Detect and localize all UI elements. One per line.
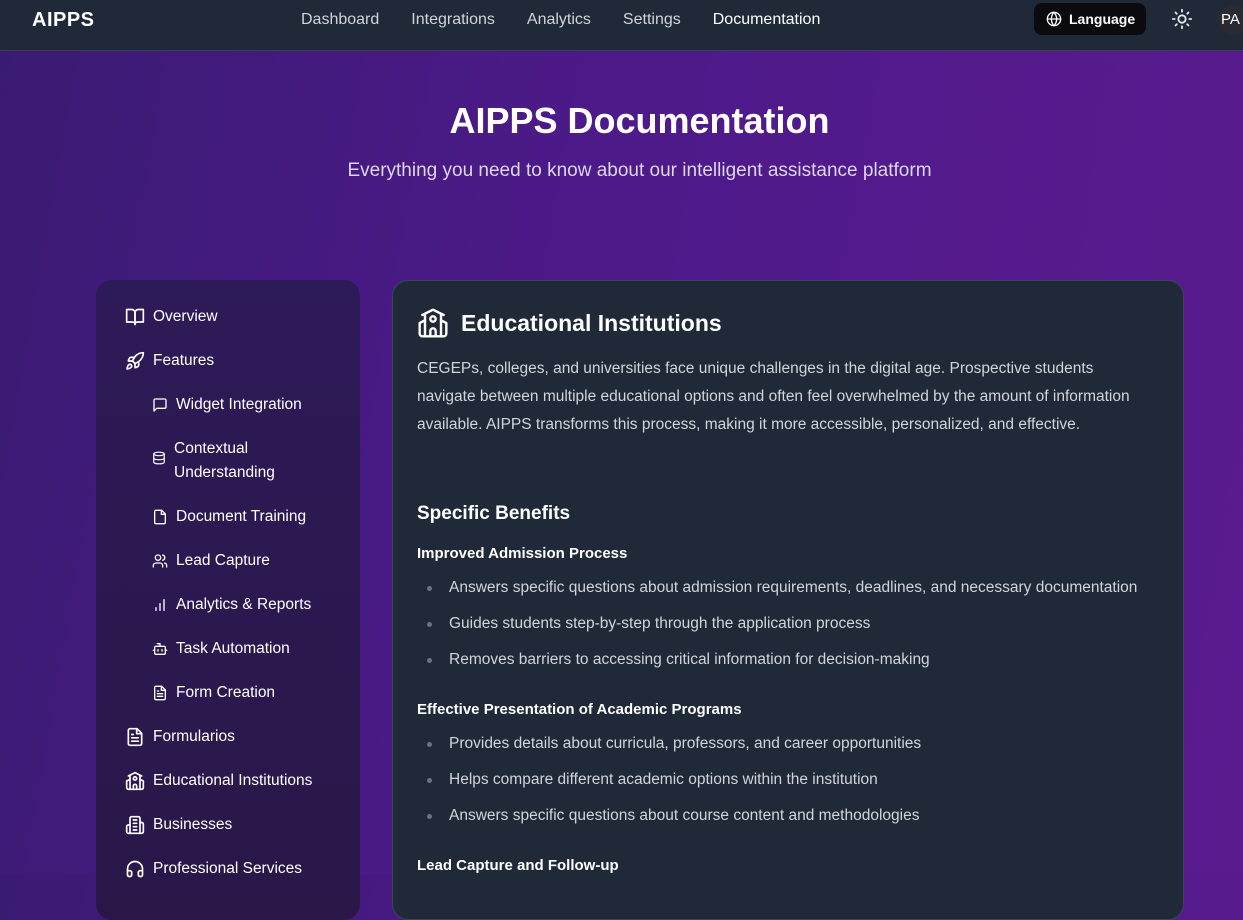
sidebar-item-label: Businesses [153, 816, 233, 833]
benefit-group-title: Effective Presentation of Academic Progr… [417, 701, 742, 718]
sidebar-item-form-creation[interactable]: Form Creation [152, 681, 275, 705]
benefit-group-title: Improved Admission Process [417, 545, 628, 562]
file-text-icon [154, 685, 166, 701]
headphones-icon [126, 860, 144, 878]
section-title: Educational Institutions [461, 309, 722, 336]
benefit-list: Answers specific questions about admissi… [417, 576, 1137, 684]
nav-analytics[interactable]: Analytics [527, 10, 591, 30]
list-item: Answers specific questions about course … [417, 804, 921, 840]
benefit-group-title: Lead Capture and Follow-up [417, 857, 619, 874]
sidebar-item-label: Form Creation [176, 684, 276, 701]
file-text-icon [127, 727, 143, 747]
section-header: Educational Institutions [417, 307, 722, 339]
sidebar-item-overview[interactable]: Overview [125, 305, 218, 329]
sidebar-item-label: Contextual Understanding [174, 440, 275, 481]
docs-sidebar: Overview Features Widget Integration Con… [96, 280, 360, 920]
sidebar-item-educational-institutions[interactable]: Educational Institutions [125, 769, 312, 793]
sidebar-item-label: Professional Services [153, 860, 303, 877]
sidebar-item-label: Features [153, 352, 215, 369]
sidebar-item-widget-integration[interactable]: Widget Integration [152, 393, 302, 417]
benefits-heading: Specific Benefits [417, 503, 571, 524]
list-item: Guides students step-by-step through the… [417, 612, 1137, 648]
globe-icon [1046, 11, 1062, 27]
file-icon [154, 509, 166, 525]
message-square-icon [153, 398, 167, 412]
users-icon [152, 554, 168, 568]
top-navbar: AIPPS Dashboard Integrations Analytics S… [0, 0, 1243, 51]
book-open-icon [125, 308, 145, 326]
sidebar-item-formularios[interactable]: Formularios [125, 725, 235, 749]
page-subtitle: Everything you need to know about our in… [347, 160, 932, 181]
nav-integrations[interactable]: Integrations [411, 10, 495, 30]
benefit-list: Provides details about curricula, profes… [417, 732, 921, 840]
school-icon [418, 308, 448, 338]
brand-logo[interactable]: AIPPS [32, 9, 95, 32]
sidebar-item-analytics-reports[interactable]: Analytics & Reports [152, 593, 311, 617]
section-intro: CEGEPs, colleges, and universities face … [417, 360, 1130, 433]
sidebar-item-label: Formularios [153, 728, 235, 745]
nav-settings[interactable]: Settings [623, 10, 681, 30]
sidebar-item-businesses[interactable]: Businesses [125, 813, 232, 837]
sidebar-item-contextual-understanding[interactable]: Contextual Understanding [152, 437, 302, 485]
sidebar-item-lead-capture[interactable]: Lead Capture [152, 549, 270, 573]
user-avatar[interactable]: PA [1218, 5, 1243, 35]
list-item: Answers specific questions about admissi… [417, 576, 1137, 612]
bar-chart-icon [155, 599, 165, 611]
page-title: AIPPS Documentation [449, 100, 830, 141]
sidebar-item-label: Widget Integration [176, 396, 302, 413]
sidebar-item-label: Educational Institutions [153, 772, 313, 789]
language-label: Language [1069, 11, 1136, 27]
database-icon [153, 451, 165, 465]
sidebar-item-professional-services[interactable]: Professional Services [125, 857, 302, 881]
sidebar-item-label: Task Automation [176, 640, 290, 657]
sidebar-item-label: Analytics & Reports [176, 596, 312, 613]
sidebar-item-label: Lead Capture [176, 552, 270, 569]
docs-content-panel: Educational Institutions CEGEPs, college… [392, 280, 1184, 920]
list-item: Helps compare different academic options… [417, 768, 921, 804]
school-icon [125, 771, 145, 791]
nav-documentation[interactable]: Documentation [713, 10, 821, 30]
sidebar-item-features[interactable]: Features [125, 349, 214, 373]
main-nav: Dashboard Integrations Analytics Setting… [301, 10, 820, 30]
list-item: Removes barriers to accessing critical i… [417, 648, 1137, 684]
sidebar-item-task-automation[interactable]: Task Automation [152, 637, 290, 661]
sidebar-item-document-training[interactable]: Document Training [152, 505, 306, 529]
building-icon [125, 815, 145, 835]
nav-dashboard[interactable]: Dashboard [301, 10, 379, 30]
sun-icon [1171, 8, 1193, 30]
list-item: Provides details about curricula, profes… [417, 732, 921, 768]
language-button[interactable]: Language [1034, 3, 1146, 35]
bot-icon [152, 643, 168, 655]
rocket-icon [126, 351, 145, 370]
theme-toggle-button[interactable] [1171, 8, 1193, 30]
sidebar-item-label: Document Training [176, 508, 307, 525]
sidebar-item-label: Overview [153, 308, 218, 325]
